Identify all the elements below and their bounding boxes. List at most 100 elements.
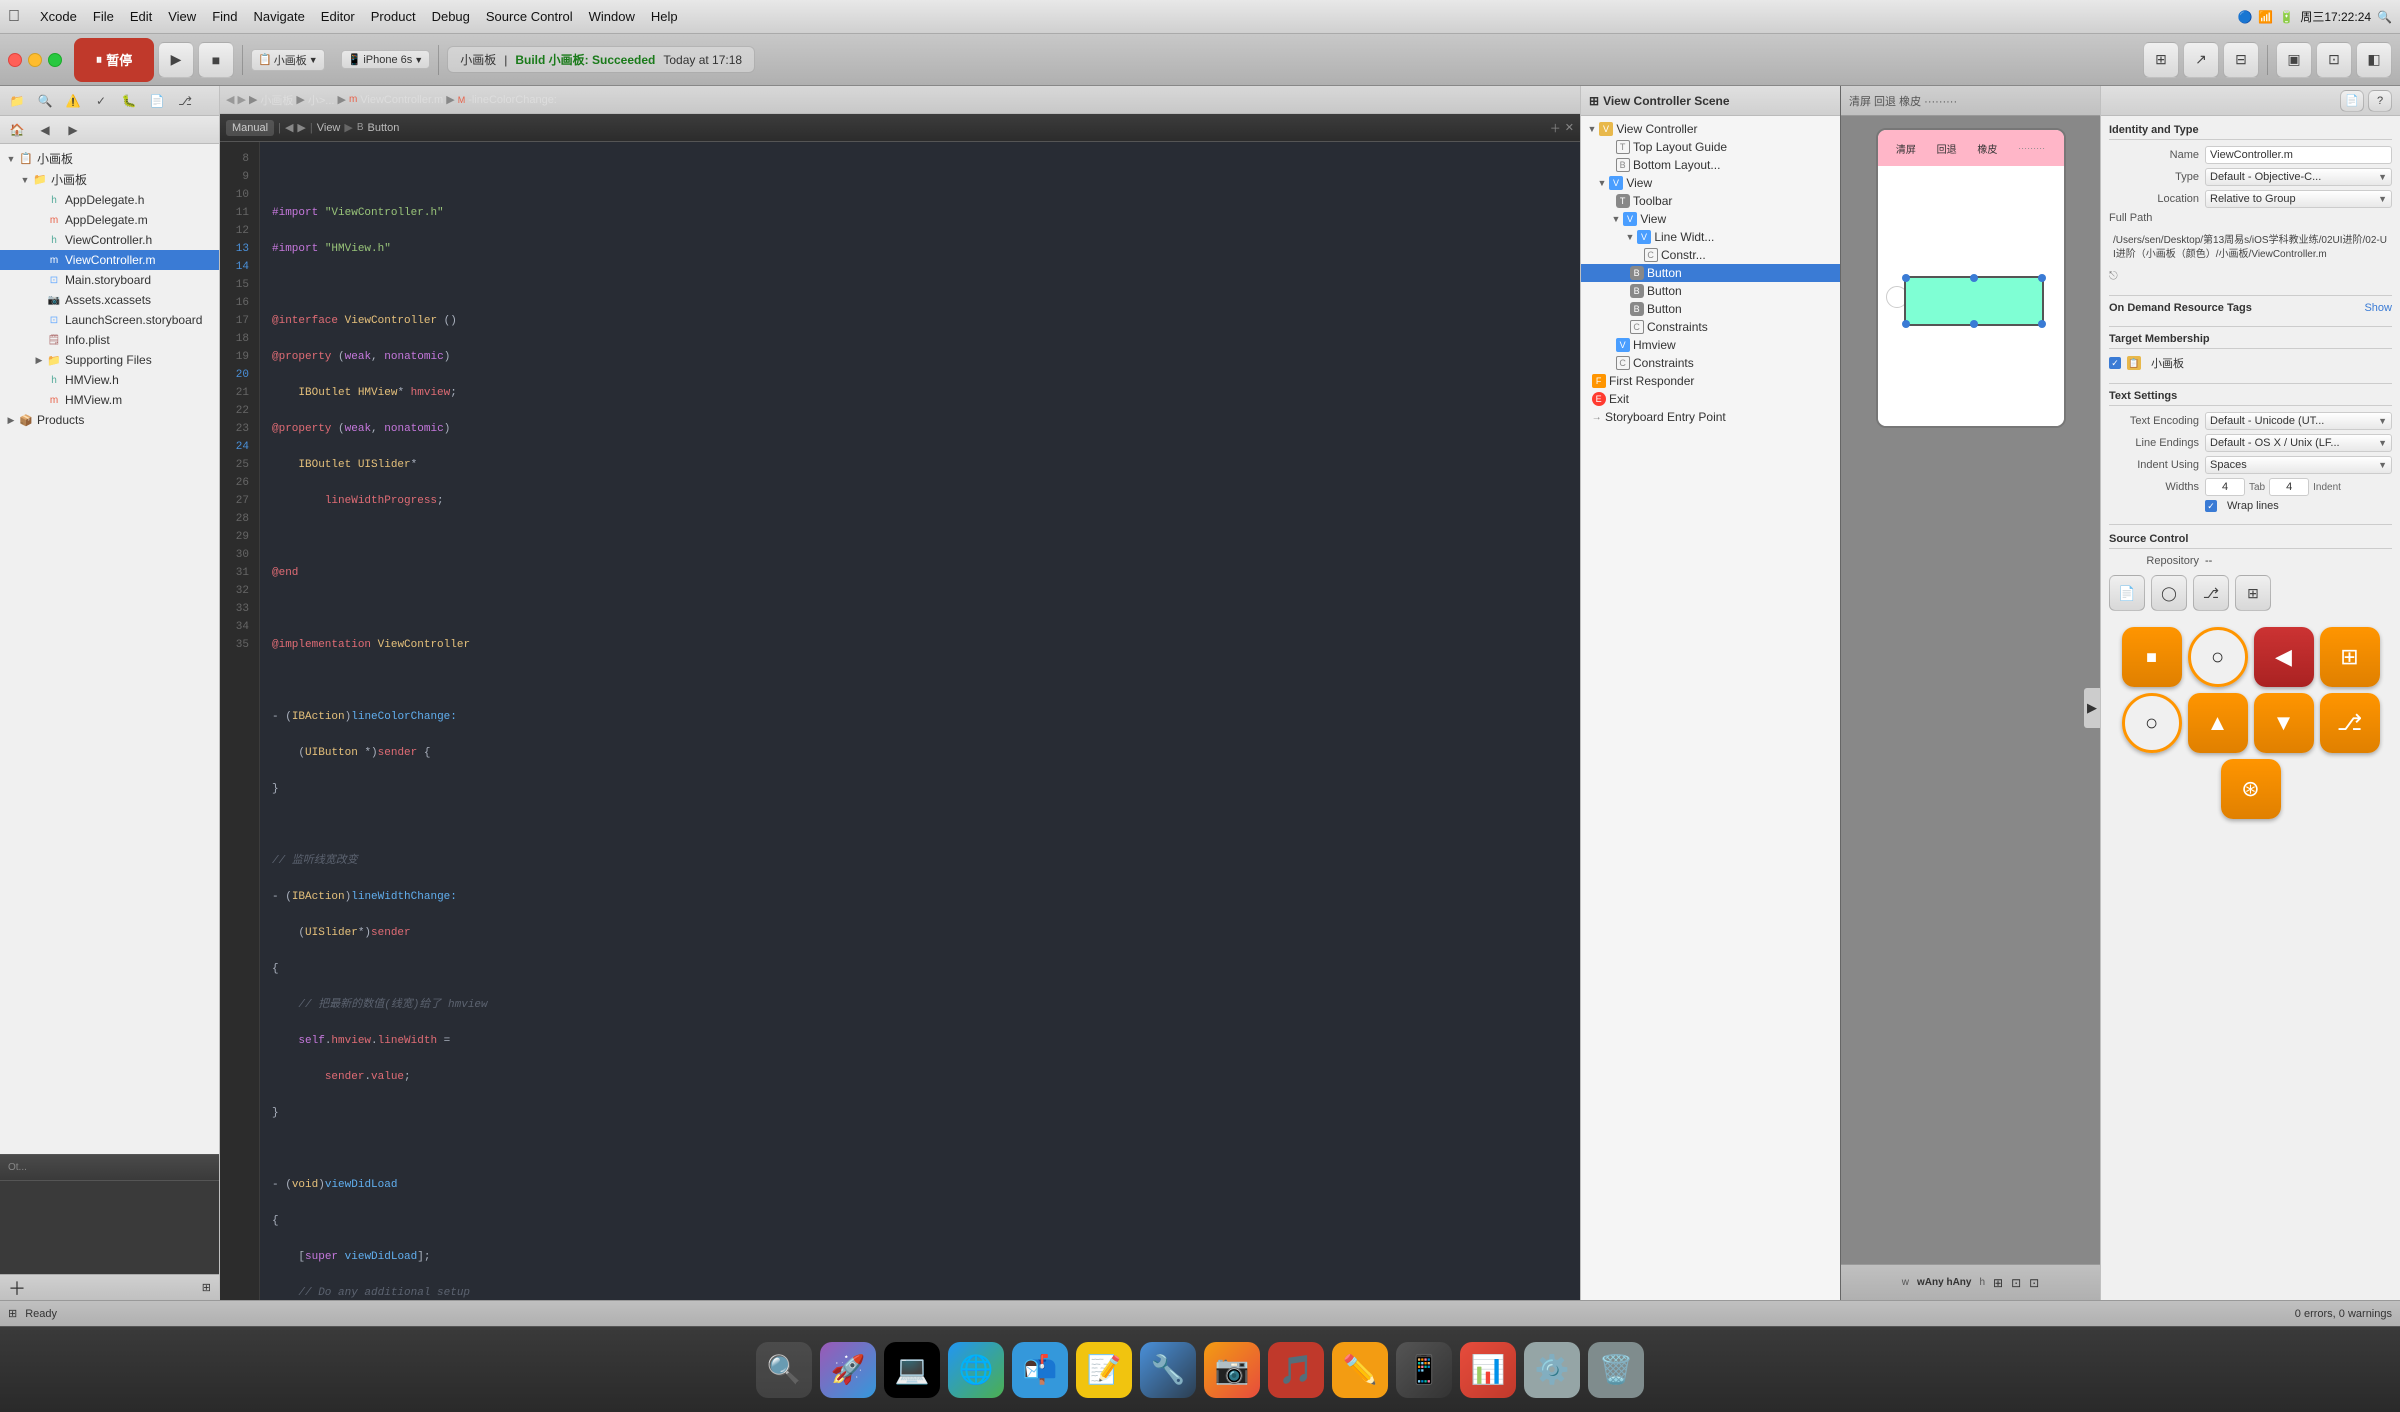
split-btn[interactable]: ⊟ — [2223, 42, 2259, 78]
jump-btn[interactable]: ↗ — [2183, 42, 2219, 78]
breadcrumb-nav-forward[interactable]: ▶ — [237, 93, 245, 106]
dock-itunes[interactable]: 🎵 — [1268, 1342, 1324, 1398]
ib-constr1[interactable]: C Constr... — [1581, 246, 1840, 264]
code-content[interactable]: #import "ViewController.h" #import "HMVi… — [260, 142, 1580, 1300]
tree-products[interactable]: ▶ 📦 Products — [0, 410, 219, 430]
device-selector[interactable]: 📱 iPhone 6s ▼ — [341, 50, 431, 69]
search-icon[interactable]: 🔍 — [2377, 10, 2392, 24]
location-dropdown[interactable]: Relative to Group ▼ — [2205, 190, 2392, 208]
layout-btn1[interactable]: ▣ — [2276, 42, 2312, 78]
clear-btn[interactable]: 清屏 — [1896, 141, 1916, 156]
breadcrumb2-view[interactable]: View — [317, 122, 341, 134]
indent-dropdown[interactable]: Spaces ▼ — [2205, 456, 2392, 474]
sc-remote-icon[interactable]: ⊞ — [2235, 575, 2271, 611]
ib-bottom-layout[interactable]: B Bottom Layout... — [1581, 156, 1840, 174]
ib-first-responder[interactable]: F First Responder — [1581, 372, 1840, 390]
apple-menu[interactable]:  — [8, 8, 20, 26]
menu-product[interactable]: Product — [363, 7, 424, 26]
menu-view[interactable]: View — [160, 7, 204, 26]
tree-main-storyboard[interactable]: ⊡ Main.storyboard — [0, 270, 219, 290]
wrap-checkbox[interactable]: ✓ — [2205, 500, 2217, 512]
indent-width-field[interactable]: 4 — [2269, 478, 2309, 496]
type-dropdown[interactable]: Default - Objective-C... ▼ — [2205, 168, 2392, 186]
layout-btn3[interactable]: ◧ — [2356, 42, 2392, 78]
inspector-file-icon[interactable]: 📄 — [2340, 90, 2364, 112]
dock-launchpad[interactable]: 🚀 — [820, 1342, 876, 1398]
ib-toolbar[interactable]: T Toolbar — [1581, 192, 1840, 210]
sc-push-btn[interactable]: ▲ — [2188, 693, 2248, 753]
minimize-button[interactable] — [28, 53, 42, 67]
ib-view-sub[interactable]: ▼ V View — [1581, 210, 1840, 228]
tree-launch-storyboard[interactable]: ⊡ LaunchScreen.storyboard — [0, 310, 219, 330]
sc-branch-btn[interactable]: ⎇ — [2320, 693, 2380, 753]
editor-nav-btn[interactable]: ◀ — [285, 121, 293, 134]
ib-button-2[interactable]: B Button — [1581, 282, 1840, 300]
tab-width-field[interactable]: 4 — [2205, 478, 2245, 496]
tree-info-plist[interactable]: 🗒 Info.plist — [0, 330, 219, 350]
run-button[interactable]: ▶ — [158, 42, 194, 78]
dock-notes[interactable]: 📝 — [1076, 1342, 1132, 1398]
handle-tr[interactable] — [2038, 274, 2046, 282]
editor-mode-text[interactable]: Manual — [226, 120, 274, 136]
ib-storyboard-entry[interactable]: → Storyboard Entry Point — [1581, 408, 1840, 426]
scheme-selector[interactable]: 📋 小画板 ▼ — [251, 49, 325, 71]
tree-supporting-files[interactable]: ▶ 📁 Supporting Files — [0, 350, 219, 370]
stop-btn2[interactable]: ■ — [198, 42, 234, 78]
dock-simulator[interactable]: 📱 — [1396, 1342, 1452, 1398]
tree-viewcontroller-h[interactable]: h ViewController.h — [0, 230, 219, 250]
dock-mail[interactable]: 📬 — [1012, 1342, 1068, 1398]
ib-constraints-main[interactable]: C Constraints — [1581, 354, 1840, 372]
tree-group-xh[interactable]: ▼ 📁 小画板 — [0, 169, 219, 190]
ib-top-layout[interactable]: T Top Layout Guide — [1581, 138, 1840, 156]
nav-btn-folder[interactable]: 📁 — [4, 90, 30, 112]
ib-hmview[interactable]: V Hmview — [1581, 336, 1840, 354]
dock-trash[interactable]: 🗑️ — [1588, 1342, 1644, 1398]
nav-btn-report[interactable]: 📄 — [144, 90, 170, 112]
handle-bl[interactable] — [1902, 320, 1910, 328]
nav-btn-warning[interactable]: ⚠️ — [60, 90, 86, 112]
dock-terminal[interactable]: 💻 — [884, 1342, 940, 1398]
ib-linewidth[interactable]: ▼ V Line Widt... — [1581, 228, 1840, 246]
eraser-btn[interactable]: 橡皮 — [1977, 141, 1997, 156]
sc-commit-btn[interactable]: ■ — [2122, 627, 2182, 687]
breadcrumb-method[interactable]: -lineColorChange: — [468, 94, 557, 106]
menu-find[interactable]: Find — [204, 7, 245, 26]
encoding-dropdown[interactable]: Default - Unicode (UT... ▼ — [2205, 412, 2392, 430]
canvas-size-icon[interactable]: ⊡ — [2011, 1276, 2021, 1290]
maximize-button[interactable] — [48, 53, 62, 67]
inspector-quick-help-icon[interactable]: ? — [2368, 90, 2392, 112]
canvas-device-icon[interactable]: ⊞ — [1993, 1276, 2003, 1290]
canvas-zoom-icon[interactable]: ⊡ — [2029, 1276, 2039, 1290]
dock-sketch[interactable]: ✏️ — [1332, 1342, 1388, 1398]
nav-btn-git[interactable]: ⎇ — [172, 90, 198, 112]
menu-edit[interactable]: Edit — [122, 7, 160, 26]
sc-pull-btn[interactable]: ▼ — [2254, 693, 2314, 753]
handle-bc[interactable] — [1970, 320, 1978, 328]
show-link[interactable]: Show — [2364, 302, 2392, 314]
ib-button-1[interactable]: B Button — [1581, 264, 1840, 282]
add-file-icon[interactable]: ＋ — [8, 1275, 26, 1301]
dock-finder[interactable]: 🔍 — [756, 1342, 812, 1398]
nav-btn-search[interactable]: 🔍 — [32, 90, 58, 112]
nav-btn-test[interactable]: ✓ — [88, 90, 114, 112]
sc-doc-icon[interactable]: 📄 — [2109, 575, 2145, 611]
reveal-icon[interactable]: ⎋ — [2109, 270, 2118, 283]
line-endings-dropdown[interactable]: Default - OS X / Unix (LF... ▼ — [2205, 434, 2392, 452]
nav-btn-debug[interactable]: 🐛 — [116, 90, 142, 112]
target-checkbox[interactable]: ✓ — [2109, 357, 2121, 369]
breadcrumb2-btn[interactable]: Button — [368, 122, 400, 134]
ib-vc[interactable]: ▼ V View Controller — [1581, 120, 1840, 138]
sc-history-icon[interactable]: ◯ — [2151, 575, 2187, 611]
ib-view-main[interactable]: ▼ V View — [1581, 174, 1840, 192]
ib-button-3[interactable]: B Button — [1581, 300, 1840, 318]
canvas-collapse-btn[interactable]: ▶ — [2084, 688, 2100, 728]
ib-constraints-view[interactable]: C Constraints — [1581, 318, 1840, 336]
sc-back-btn[interactable]: ◀ — [2254, 627, 2314, 687]
tree-hmview-h[interactable]: h HMView.h — [0, 370, 219, 390]
nav-back[interactable]: ◀ — [32, 119, 58, 141]
tree-assets[interactable]: 📷 Assets.xcassets — [0, 290, 219, 310]
editor-nav-btn2[interactable]: ▶ — [297, 121, 305, 134]
close-button[interactable] — [8, 53, 22, 67]
nav-home[interactable]: 🏠 — [4, 119, 30, 141]
tree-appdelegate-m[interactable]: m AppDelegate.m — [0, 210, 219, 230]
